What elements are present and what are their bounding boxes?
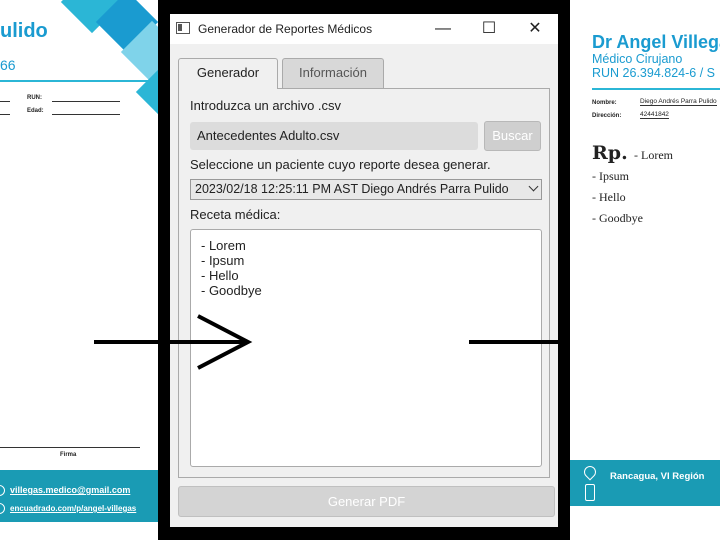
- address-field-label: Dirección:: [592, 113, 622, 119]
- generate-pdf-button[interactable]: Generar PDF: [178, 486, 555, 517]
- location-pin-icon: [581, 463, 599, 481]
- doctor-name-fragment: ulido: [0, 20, 48, 42]
- window-title: Generador de Reportes Médicos: [198, 22, 373, 36]
- email-icon: [0, 485, 5, 496]
- document-footer: Rancagua, VI Región: [570, 460, 720, 506]
- app-window: Generador de Reportes Médicos — ☐ ✕ Gene…: [170, 14, 558, 527]
- tab-generador[interactable]: Generador: [178, 58, 278, 89]
- patient-selected-value: 2023/02/18 12:25:11 PM AST Diego Andrés …: [195, 182, 509, 196]
- header-divider: [592, 88, 720, 90]
- signature-label: Firma: [60, 452, 77, 458]
- browse-button[interactable]: Buscar: [484, 121, 541, 151]
- close-button[interactable]: ✕: [512, 14, 558, 44]
- doctor-number-fragment: 66: [0, 57, 16, 73]
- title-bar: Generador de Reportes Médicos — ☐ ✕: [170, 14, 558, 44]
- prescription-label: Receta médica:: [190, 207, 281, 222]
- top-black-bar: [170, 0, 558, 14]
- web-icon: [0, 503, 5, 514]
- black-gutter-left: [158, 0, 170, 540]
- csv-file-input[interactable]: Antecedentes Adulto.csv: [190, 122, 478, 150]
- arrow-right-icon: [94, 314, 253, 370]
- template-document-preview: ulido 66 RUN: Edad: Firma villegas.medic…: [0, 0, 170, 540]
- black-gutter-right: [558, 0, 570, 540]
- prescription-line: - Ipsum: [201, 253, 245, 268]
- field-line: [0, 101, 10, 102]
- phone-icon: [585, 484, 595, 501]
- rp-heading: Rp.: [592, 142, 628, 164]
- name-field-value: Diego Andrés Parra Pulido: [640, 98, 717, 106]
- chevron-down-icon: [528, 181, 539, 192]
- document-footer: villegas.medico@gmail.com encuadrado.com…: [0, 470, 170, 522]
- run-field-label: RUN:: [27, 95, 42, 101]
- maximize-button[interactable]: ☐: [466, 14, 512, 44]
- website-link: encuadrado.com/p/angel-villegas: [10, 504, 137, 513]
- city-label: Rancagua, VI Región: [610, 471, 705, 482]
- signature-line: [0, 447, 140, 448]
- prescription-line: - Goodbye: [201, 283, 262, 298]
- field-line: [52, 101, 120, 102]
- prescription-line: - Hello: [201, 268, 239, 283]
- rx-item: - Ipsum: [592, 169, 629, 183]
- patient-prompt-label: Seleccione un paciente cuyo reporte dese…: [190, 157, 491, 172]
- generated-pdf-preview: Dr Angel Villegas Médico Cirujano RUN 26…: [570, 0, 720, 540]
- tab-informacion[interactable]: Información: [282, 58, 384, 88]
- rx-item: - Hello: [592, 190, 626, 204]
- email-link: villegas.medico@gmail.com: [10, 485, 131, 495]
- file-prompt-label: Introduzca un archivo .csv: [190, 98, 342, 113]
- doctor-specialty: Médico Cirujano: [592, 52, 683, 66]
- header-divider: [0, 80, 150, 82]
- app-icon: [176, 22, 190, 34]
- field-line: [0, 114, 10, 115]
- rx-item: - Lorem: [634, 148, 673, 162]
- minimize-button[interactable]: —: [420, 14, 466, 44]
- prescription-line: - Lorem: [201, 238, 246, 253]
- name-field-label: Nombre:: [592, 100, 617, 106]
- age-field-label: Edad:: [27, 108, 44, 114]
- field-line: [52, 114, 120, 115]
- bottom-black-bar: [170, 527, 558, 540]
- address-field-value: 42441842: [640, 111, 669, 119]
- rx-item: - Goodbye: [592, 211, 643, 225]
- doctor-name: Dr Angel Villegas: [592, 32, 720, 52]
- doctor-run: RUN 26.394.824-6 / S: [592, 66, 715, 80]
- patient-select[interactable]: 2023/02/18 12:25:11 PM AST Diego Andrés …: [190, 179, 542, 200]
